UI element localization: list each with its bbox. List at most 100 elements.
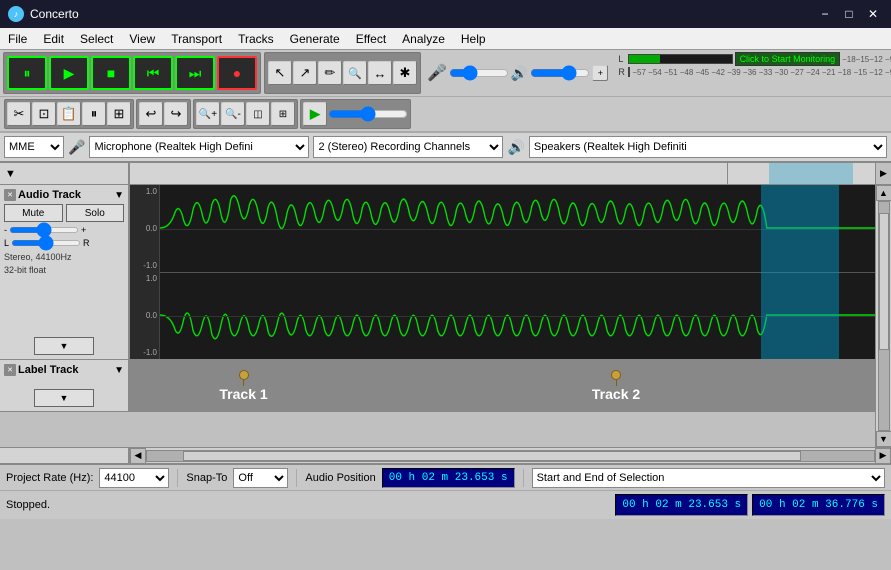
gain-min-label: - [4, 225, 7, 235]
channels-select[interactable]: 2 (Stereo) Recording Channels [313, 136, 503, 158]
redo-button[interactable]: ↪ [164, 102, 188, 126]
label-track1: Track 1 [219, 360, 267, 411]
label-marker-pin-1 [239, 370, 249, 380]
project-rate-select[interactable]: 44100 [99, 468, 169, 488]
speakers-select[interactable]: Speakers (Realtek High Definiti [529, 136, 887, 158]
selection-mode-select[interactable]: Start and End of Selection [532, 468, 885, 488]
menu-edit[interactable]: Edit [35, 28, 72, 49]
horizontal-scrollbar[interactable]: ◀ ▶ [0, 447, 891, 463]
pause-button[interactable]: ⏸ [7, 56, 47, 90]
cut-button[interactable]: ✂ [7, 102, 31, 126]
menu-select[interactable]: Select [72, 28, 121, 49]
vscroll-track[interactable] [878, 201, 890, 431]
vu-R-meter [628, 67, 630, 77]
vu-number-right-top: −18−15−12 −9 −6 −3 0 [842, 55, 891, 64]
time-displays: 00 h 02 m 23.653 s 00 h 02 m 36.776 s [615, 494, 885, 516]
menu-bar: File Edit Select View Transport Tracks G… [0, 28, 891, 50]
maximize-button[interactable]: □ [839, 4, 859, 24]
driver-select[interactable]: MME [4, 136, 64, 158]
microphone-select[interactable]: Microphone (Realtek High Defini [89, 136, 309, 158]
device-row: MME 🎤 Microphone (Realtek High Defini 2 … [0, 132, 891, 163]
vscroll-up[interactable]: ▲ [876, 185, 891, 201]
menu-effect[interactable]: Effect [348, 28, 394, 49]
menu-tracks[interactable]: Tracks [230, 28, 282, 49]
zoom-tool-button[interactable]: 🔍 [343, 61, 367, 85]
vol-plus-button[interactable]: + [592, 65, 608, 81]
sel-start-display: 00 h 02 m 23.653 s [615, 494, 748, 516]
copy-button[interactable]: ⊡ [32, 102, 56, 126]
label-track-close[interactable]: ✕ [4, 364, 16, 376]
label-track-control: ✕ Label Track ▼ ▼ [0, 360, 130, 411]
tracks-scroll-area: ▼ -15 0 0:15 0:30 0:45 1:00 1:15 1:30 1:… [0, 163, 891, 463]
audio-track-info: Stereo, 44100Hz32-bit float [4, 251, 124, 276]
undo-button[interactable]: ↩ [139, 102, 163, 126]
play-button[interactable]: ▶ [49, 56, 89, 90]
ruler-scroll-right[interactable]: ▶ [875, 163, 891, 184]
vu-monitor-button[interactable]: Click to Start Monitoring [735, 52, 841, 66]
mic-volume-slider[interactable] [449, 66, 509, 80]
label-track-down-button[interactable]: ▼ [34, 389, 94, 407]
fit-project-button[interactable]: ◫ [246, 102, 270, 126]
audio-track-name: Audio Track [18, 189, 112, 201]
hscroll-left[interactable]: ◀ [130, 448, 146, 464]
envelope-tool-button[interactable]: ↗ [293, 61, 317, 85]
menu-transport[interactable]: Transport [163, 28, 230, 49]
output-volume-slider[interactable] [530, 66, 590, 80]
hscroll-track[interactable] [146, 450, 875, 462]
label-track-expand[interactable]: ▼ [114, 365, 124, 376]
minimize-button[interactable]: − [815, 4, 835, 24]
audio-track-close[interactable]: ✕ [4, 189, 16, 201]
bottom-controls: Project Rate (Hz): 44100 Snap-To Off Aud… [0, 463, 891, 519]
waveform-selection [761, 185, 840, 359]
skip-end-button[interactable]: ⏭ [175, 56, 215, 90]
menu-file[interactable]: File [0, 28, 35, 49]
paste-button[interactable]: 📋 [57, 102, 81, 126]
zoom-in-button[interactable]: 🔍+ [196, 102, 220, 126]
draw-tool-button[interactable]: ✏ [318, 61, 342, 85]
audio-track-down-button[interactable]: ▼ [34, 337, 94, 355]
menu-view[interactable]: View [121, 28, 163, 49]
vu-L-meter [628, 54, 732, 64]
vscroll-down[interactable]: ▼ [876, 431, 891, 447]
stop-button[interactable]: ■ [91, 56, 131, 90]
fit-selection-button[interactable]: ⊞ [271, 102, 295, 126]
label-track-name: Label Track [18, 364, 112, 376]
hscroll-right[interactable]: ▶ [875, 448, 891, 464]
pause2-button[interactable]: ⏸ [82, 102, 106, 126]
menu-analyze[interactable]: Analyze [394, 28, 453, 49]
tracks-rows: ✕ Audio Track ▼ Mute Solo - + [0, 185, 891, 447]
audio-track-waveform[interactable]: 1.0 0.0 -1.0 1.0 0.0 -1.0 [130, 185, 875, 359]
menu-generate[interactable]: Generate [282, 28, 348, 49]
skip-start-button[interactable]: ⏮ [133, 56, 173, 90]
snap-to-select[interactable]: Off [233, 468, 288, 488]
label-track2-text: Track 2 [592, 386, 640, 402]
hscroll-thumb[interactable] [183, 451, 801, 461]
play-speed-button[interactable]: ▶ [303, 102, 327, 126]
toolbar-area: ⏸ ▶ ■ ⏮ ⏭ ● ↖ ↗ ✏ 🔍 ↔ ✱ 🎤 🔊 + L [0, 50, 891, 163]
gain-slider[interactable] [9, 227, 79, 233]
tracks-container: ▼ -15 0 0:15 0:30 0:45 1:00 1:15 1:30 1:… [0, 163, 891, 463]
play-speed-slider[interactable] [328, 107, 408, 121]
vu-r-label: R [618, 67, 626, 77]
sync-button[interactable]: ⊞ [107, 102, 131, 126]
solo-button[interactable]: Solo [66, 204, 125, 222]
vscroll-thumb[interactable] [879, 213, 889, 350]
menu-help[interactable]: Help [453, 28, 494, 49]
zoom-out-button[interactable]: 🔍- [221, 102, 245, 126]
time-shift-button[interactable]: ↔ [368, 61, 392, 85]
pan-min-label: L [4, 238, 9, 248]
sep1 [177, 469, 178, 487]
vu-numbers-row2: −57 −54 −51 −48 −45 −42 −39 −36 −33 −30 … [632, 68, 891, 77]
record-button[interactable]: ● [217, 56, 257, 90]
select-tool-button[interactable]: ↖ [268, 61, 292, 85]
audio-track-expand[interactable]: ▼ [114, 190, 124, 201]
pan-slider[interactable] [11, 240, 81, 246]
gain-max-label: + [81, 225, 86, 235]
label-track-area[interactable]: Track 1 Track 2 [130, 360, 875, 411]
vertical-scrollbar[interactable]: ▲ ▼ [875, 185, 891, 447]
multi-tool-button[interactable]: ✱ [393, 61, 417, 85]
mute-button[interactable]: Mute [4, 204, 63, 222]
close-button[interactable]: ✕ [863, 4, 883, 24]
db-scale-top: 1.0 0.0 -1.0 [130, 185, 160, 272]
ruler-down-arrow[interactable]: ▼ [5, 168, 16, 180]
